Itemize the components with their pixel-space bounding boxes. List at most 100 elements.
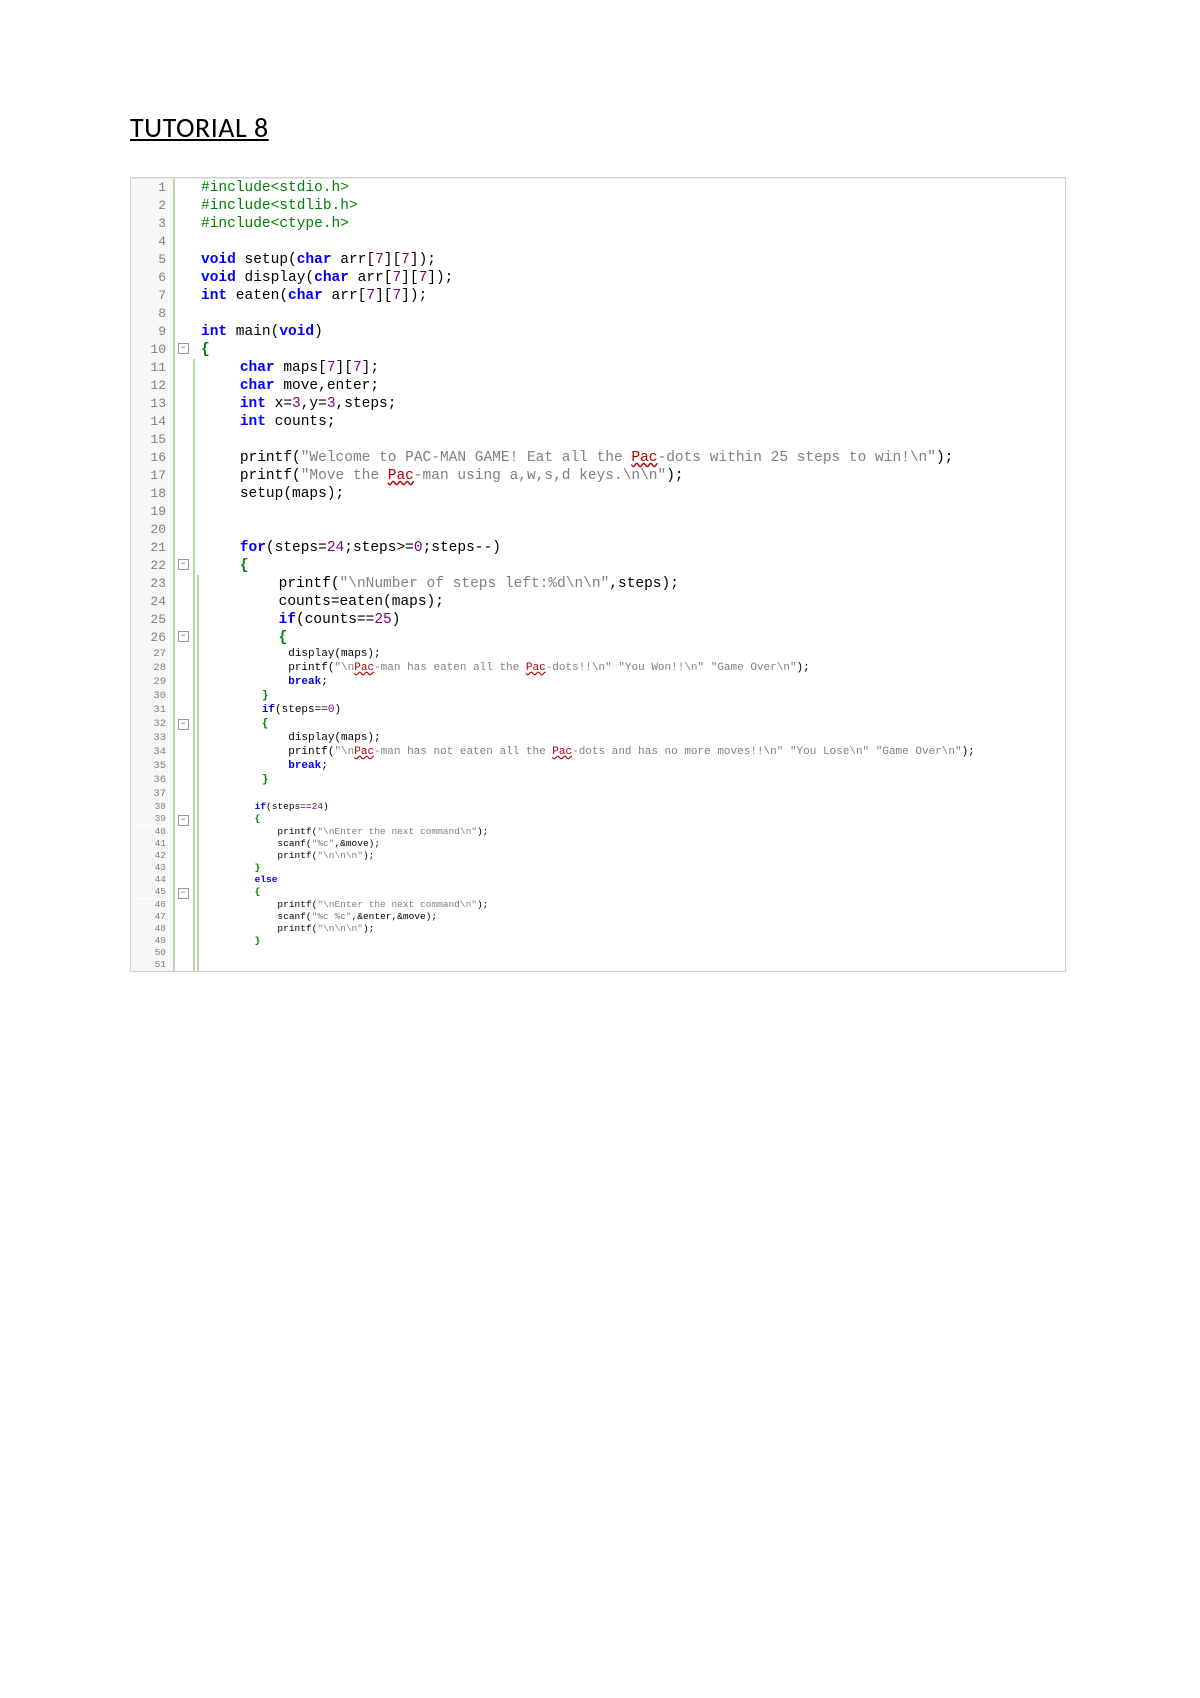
code-line: 50: [131, 947, 1065, 959]
line-number: 40: [131, 826, 173, 838]
code-line: 18 setup(maps);: [131, 485, 1065, 503]
code-content: printf("\nPac-man has eaten all the Pac-…: [199, 661, 1065, 675]
code-content: setup(maps);: [195, 485, 1065, 503]
code-content: }: [199, 935, 1065, 947]
code-line: 38 if(steps==24): [131, 801, 1065, 813]
line-number: 16: [131, 449, 173, 467]
fold-gutter: [175, 377, 191, 379]
code-line: 4: [131, 233, 1065, 251]
fold-gutter: [175, 911, 191, 913]
line-number: 1: [131, 179, 173, 197]
fold-gutter: [175, 787, 191, 789]
fold-gutter: [175, 323, 191, 325]
code-editor: 1 #include<stdio.h> 2 #include<stdlib.h>3#i…: [130, 177, 1066, 972]
line-number: 7: [131, 287, 173, 305]
code-content: #include<stdio.h>: [191, 179, 1065, 197]
code-content: [199, 787, 1065, 801]
fold-gutter: [175, 539, 191, 541]
code-content: int x=3,y=3,steps;: [195, 395, 1065, 413]
code-content: scanf("%c %c",&enter,&move);: [199, 911, 1065, 923]
code-line: 16 printf("Welcome to PAC-MAN GAME! Eat …: [131, 449, 1065, 467]
code-content: #include<stdlib.h>: [191, 197, 1065, 215]
code-content: break;: [199, 759, 1065, 773]
line-number: 37: [131, 787, 173, 801]
line-number: 49: [131, 935, 173, 947]
code-line: 21 for(steps=24;steps>=0;steps--): [131, 539, 1065, 557]
code-line: 27 display(maps);: [131, 647, 1065, 661]
code-line: 47 scanf("%c %c",&enter,&move);: [131, 911, 1065, 923]
code-content: printf("\nNumber of steps left:%d\n\n",s…: [199, 575, 1065, 593]
fold-gutter: [175, 521, 191, 523]
fold-toggle-icon[interactable]: −: [178, 719, 189, 730]
code-line: 35 break;: [131, 759, 1065, 773]
code-content: printf("Move the Pac-man using a,w,s,d k…: [195, 467, 1065, 485]
code-content: counts=eaten(maps);: [199, 593, 1065, 611]
line-number: 11: [131, 359, 173, 377]
code-line: 13 int x=3,y=3,steps;: [131, 395, 1065, 413]
fold-gutter: [175, 305, 191, 307]
fold-gutter: [175, 773, 191, 775]
fold-gutter: [175, 179, 191, 181]
code-content: {: [199, 629, 1065, 647]
fold-gutter: [175, 689, 191, 691]
line-number: 13: [131, 395, 173, 413]
code-content: for(steps=24;steps>=0;steps--): [195, 539, 1065, 557]
fold-gutter: [175, 593, 191, 595]
fold-toggle-icon[interactable]: −: [178, 631, 189, 642]
fold-gutter: [175, 413, 191, 415]
line-number: 2: [131, 197, 173, 215]
line-number: 20: [131, 521, 173, 539]
fold-gutter: [175, 838, 191, 840]
code-line: 30 }: [131, 689, 1065, 703]
line-number: 19: [131, 503, 173, 521]
code-line: 34 printf("\nPac-man has not eaten all t…: [131, 745, 1065, 759]
code-line: 41 scanf("%c",&move);: [131, 838, 1065, 850]
code-line: 9int main(void): [131, 323, 1065, 341]
fold-gutter: [175, 503, 191, 505]
code-line: 12 char move,enter;: [131, 377, 1065, 395]
line-number: 24: [131, 593, 173, 611]
line-number: 9: [131, 323, 173, 341]
fold-gutter: −: [175, 629, 191, 642]
fold-gutter: [175, 215, 191, 217]
fold-gutter: [175, 287, 191, 289]
code-line: 28 printf("\nPac-man has eaten all the P…: [131, 661, 1065, 675]
fold-gutter: [175, 703, 191, 705]
code-content: [195, 431, 1065, 449]
code-line: 45− {: [131, 886, 1065, 899]
line-number: 31: [131, 703, 173, 717]
fold-gutter: [175, 269, 191, 271]
code-line: 26− {: [131, 629, 1065, 647]
fold-toggle-icon[interactable]: −: [178, 559, 189, 570]
code-line: 31 if(steps==0): [131, 703, 1065, 717]
line-number: 48: [131, 923, 173, 935]
fold-gutter: [175, 611, 191, 613]
line-number: 25: [131, 611, 173, 629]
line-number: 41: [131, 838, 173, 850]
fold-toggle-icon[interactable]: −: [178, 343, 189, 354]
code-content: break;: [199, 675, 1065, 689]
line-number: 5: [131, 251, 173, 269]
line-number: 23: [131, 575, 173, 593]
code-line: 24 counts=eaten(maps);: [131, 593, 1065, 611]
code-content: else: [199, 874, 1065, 886]
line-number: 34: [131, 745, 173, 759]
code-line: 3#include<ctype.h>: [131, 215, 1065, 233]
code-line: 10−{: [131, 341, 1065, 359]
line-number: 3: [131, 215, 173, 233]
line-number: 17: [131, 467, 173, 485]
code-content: if(steps==0): [199, 703, 1065, 717]
fold-toggle-icon[interactable]: −: [178, 815, 189, 826]
code-content: {: [199, 886, 1065, 898]
code-content: printf("\n\n\n");: [199, 923, 1065, 935]
fold-gutter: −: [175, 813, 191, 826]
fold-toggle-icon[interactable]: −: [178, 888, 189, 899]
fold-gutter: [175, 826, 191, 828]
line-number: 42: [131, 850, 173, 862]
page-title: TUTORIAL 8: [130, 110, 1070, 145]
line-number: 18: [131, 485, 173, 503]
fold-gutter: [175, 899, 191, 901]
fold-gutter: [175, 575, 191, 577]
line-number: 30: [131, 689, 173, 703]
code-content: char maps[7][7];: [195, 359, 1065, 377]
